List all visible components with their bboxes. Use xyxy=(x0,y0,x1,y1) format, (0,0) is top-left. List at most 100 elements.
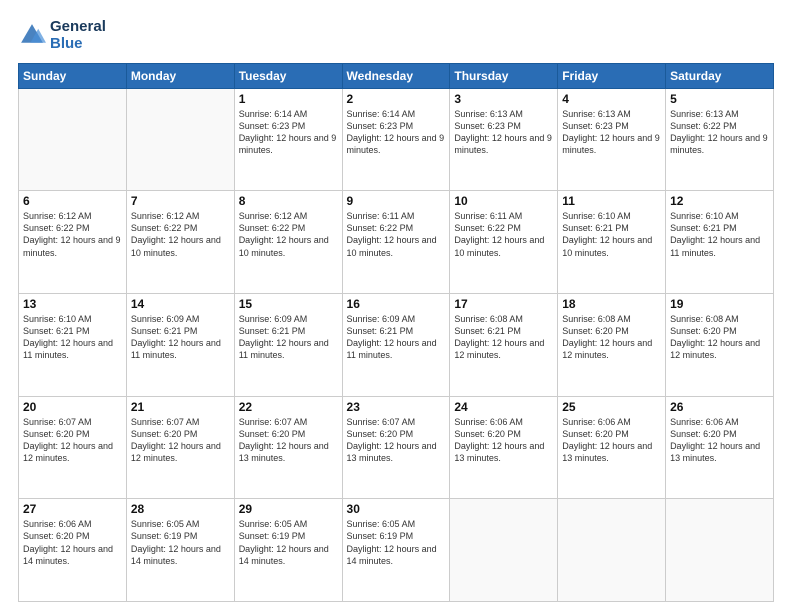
calendar-week-2: 6 Sunrise: 6:12 AM Sunset: 6:22 PM Daylig… xyxy=(19,191,774,294)
calendar-cell: 13Sunrise: 6:10 AM Sunset: 6:21 PM Dayli… xyxy=(19,293,127,396)
day-header-thursday: Thursday xyxy=(450,63,558,88)
calendar-cell: 3 Sunrise: 6:13 AM Sunset: 6:23 PM Daylig… xyxy=(450,88,558,191)
day-number: 28 xyxy=(131,502,230,516)
day-number: 22 xyxy=(239,400,338,414)
calendar-cell: 30 Sunrise: 6:05 AM Sunset: 6:19 PM Dayli… xyxy=(342,499,450,602)
calendar-cell: 26 Sunrise: 6:06 AM Sunset: 6:20 PM Dayli… xyxy=(666,396,774,499)
calendar-cell: 6 Sunrise: 6:12 AM Sunset: 6:22 PM Daylig… xyxy=(19,191,127,294)
day-number: 14 xyxy=(131,297,230,311)
calendar-cell: 14 Sunrise: 6:09 AM Sunset: 6:21 PM Dayli… xyxy=(126,293,234,396)
calendar-cell xyxy=(19,88,127,191)
day-number: 7 xyxy=(131,194,230,208)
calendar-week-4: 20 Sunrise: 6:07 AM Sunset: 6:20 PM Dayli… xyxy=(19,396,774,499)
calendar-week-3: 13Sunrise: 6:10 AM Sunset: 6:21 PM Dayli… xyxy=(19,293,774,396)
day-info: Sunrise: 6:05 AM Sunset: 6:19 PM Dayligh… xyxy=(131,518,230,567)
day-info: Sunrise: 6:10 AM Sunset: 6:21 PM Dayligh… xyxy=(670,210,769,259)
day-info: Sunrise: 6:08 AM Sunset: 6:21 PM Dayligh… xyxy=(454,313,553,362)
day-info: Sunrise: 6:14 AM Sunset: 6:23 PM Dayligh… xyxy=(239,108,338,157)
calendar-cell: 10 Sunrise: 6:11 AM Sunset: 6:22 PM Dayli… xyxy=(450,191,558,294)
calendar-cell xyxy=(666,499,774,602)
day-info: Sunrise: 6:12 AM Sunset: 6:22 PM Dayligh… xyxy=(239,210,338,259)
day-info: Sunrise: 6:11 AM Sunset: 6:22 PM Dayligh… xyxy=(347,210,446,259)
day-number: 16 xyxy=(347,297,446,311)
day-info: Sunrise: 6:13 AM Sunset: 6:23 PM Dayligh… xyxy=(454,108,553,157)
day-number: 1 xyxy=(239,92,338,106)
day-number: 9 xyxy=(347,194,446,208)
day-info: Sunrise: 6:09 AM Sunset: 6:21 PM Dayligh… xyxy=(239,313,338,362)
calendar-cell: 16 Sunrise: 6:09 AM Sunset: 6:21 PM Dayli… xyxy=(342,293,450,396)
calendar-week-5: 27Sunrise: 6:06 AM Sunset: 6:20 PM Dayli… xyxy=(19,499,774,602)
calendar-cell: 1 Sunrise: 6:14 AM Sunset: 6:23 PM Daylig… xyxy=(234,88,342,191)
calendar-cell: 2 Sunrise: 6:14 AM Sunset: 6:23 PM Daylig… xyxy=(342,88,450,191)
day-number: 10 xyxy=(454,194,553,208)
day-number: 15 xyxy=(239,297,338,311)
calendar-cell: 18Sunrise: 6:08 AM Sunset: 6:20 PM Dayli… xyxy=(558,293,666,396)
calendar-cell xyxy=(558,499,666,602)
day-number: 11 xyxy=(562,194,661,208)
day-number: 4 xyxy=(562,92,661,106)
calendar-header-row: SundayMondayTuesdayWednesdayThursdayFrid… xyxy=(19,63,774,88)
day-header-tuesday: Tuesday xyxy=(234,63,342,88)
calendar-cell: 4 Sunrise: 6:13 AM Sunset: 6:23 PM Daylig… xyxy=(558,88,666,191)
day-header-saturday: Saturday xyxy=(666,63,774,88)
day-info: Sunrise: 6:08 AM Sunset: 6:20 PM Dayligh… xyxy=(670,313,769,362)
day-info: Sunrise: 6:13 AM Sunset: 6:22 PM Dayligh… xyxy=(670,108,769,157)
calendar-cell: 20 Sunrise: 6:07 AM Sunset: 6:20 PM Dayli… xyxy=(19,396,127,499)
page: General Blue SundayMondayTuesdayWednesda… xyxy=(0,0,792,612)
calendar-cell: 28 Sunrise: 6:05 AM Sunset: 6:19 PM Dayli… xyxy=(126,499,234,602)
day-info: Sunrise: 6:05 AM Sunset: 6:19 PM Dayligh… xyxy=(347,518,446,567)
day-info: Sunrise: 6:10 AM Sunset: 6:21 PM Dayligh… xyxy=(23,313,122,362)
day-info: Sunrise: 6:14 AM Sunset: 6:23 PM Dayligh… xyxy=(347,108,446,157)
calendar-cell xyxy=(126,88,234,191)
day-number: 23 xyxy=(347,400,446,414)
logo: General Blue xyxy=(18,18,106,53)
day-info: Sunrise: 6:06 AM Sunset: 6:20 PM Dayligh… xyxy=(23,518,122,567)
day-number: 30 xyxy=(347,502,446,516)
day-info: Sunrise: 6:07 AM Sunset: 6:20 PM Dayligh… xyxy=(239,416,338,465)
calendar-cell: 15 Sunrise: 6:09 AM Sunset: 6:21 PM Dayli… xyxy=(234,293,342,396)
day-header-wednesday: Wednesday xyxy=(342,63,450,88)
calendar-cell: 29Sunrise: 6:05 AM Sunset: 6:19 PM Dayli… xyxy=(234,499,342,602)
day-info: Sunrise: 6:12 AM Sunset: 6:22 PM Dayligh… xyxy=(131,210,230,259)
day-number: 6 xyxy=(23,194,122,208)
calendar-cell xyxy=(450,499,558,602)
day-info: Sunrise: 6:13 AM Sunset: 6:23 PM Dayligh… xyxy=(562,108,661,157)
day-info: Sunrise: 6:12 AM Sunset: 6:22 PM Dayligh… xyxy=(23,210,122,259)
calendar-cell: 9 Sunrise: 6:11 AM Sunset: 6:22 PM Daylig… xyxy=(342,191,450,294)
day-number: 20 xyxy=(23,400,122,414)
day-number: 26 xyxy=(670,400,769,414)
day-info: Sunrise: 6:06 AM Sunset: 6:20 PM Dayligh… xyxy=(670,416,769,465)
day-info: Sunrise: 6:09 AM Sunset: 6:21 PM Dayligh… xyxy=(347,313,446,362)
calendar-cell: 19 Sunrise: 6:08 AM Sunset: 6:20 PM Dayli… xyxy=(666,293,774,396)
day-number: 19 xyxy=(670,297,769,311)
logo-text: General Blue xyxy=(50,18,106,53)
calendar-cell: 17 Sunrise: 6:08 AM Sunset: 6:21 PM Dayli… xyxy=(450,293,558,396)
day-number: 17 xyxy=(454,297,553,311)
day-info: Sunrise: 6:11 AM Sunset: 6:22 PM Dayligh… xyxy=(454,210,553,259)
day-number: 2 xyxy=(347,92,446,106)
calendar-cell: 8 Sunrise: 6:12 AM Sunset: 6:22 PM Daylig… xyxy=(234,191,342,294)
calendar-cell: 5Sunrise: 6:13 AM Sunset: 6:22 PM Daylig… xyxy=(666,88,774,191)
day-number: 25 xyxy=(562,400,661,414)
day-header-friday: Friday xyxy=(558,63,666,88)
calendar-cell: 7 Sunrise: 6:12 AM Sunset: 6:22 PM Daylig… xyxy=(126,191,234,294)
day-number: 21 xyxy=(131,400,230,414)
day-info: Sunrise: 6:07 AM Sunset: 6:20 PM Dayligh… xyxy=(131,416,230,465)
calendar-cell: 21 Sunrise: 6:07 AM Sunset: 6:20 PM Dayli… xyxy=(126,396,234,499)
day-info: Sunrise: 6:05 AM Sunset: 6:19 PM Dayligh… xyxy=(239,518,338,567)
calendar-cell: 27Sunrise: 6:06 AM Sunset: 6:20 PM Dayli… xyxy=(19,499,127,602)
calendar-table: SundayMondayTuesdayWednesdayThursdayFrid… xyxy=(18,63,774,603)
calendar-cell: 11Sunrise: 6:10 AM Sunset: 6:21 PM Dayli… xyxy=(558,191,666,294)
day-number: 8 xyxy=(239,194,338,208)
day-info: Sunrise: 6:07 AM Sunset: 6:20 PM Dayligh… xyxy=(23,416,122,465)
header: General Blue xyxy=(18,18,774,53)
day-info: Sunrise: 6:06 AM Sunset: 6:20 PM Dayligh… xyxy=(562,416,661,465)
calendar-cell: 12Sunrise: 6:10 AM Sunset: 6:21 PM Dayli… xyxy=(666,191,774,294)
day-info: Sunrise: 6:09 AM Sunset: 6:21 PM Dayligh… xyxy=(131,313,230,362)
calendar-cell: 23Sunrise: 6:07 AM Sunset: 6:20 PM Dayli… xyxy=(342,396,450,499)
calendar-cell: 24Sunrise: 6:06 AM Sunset: 6:20 PM Dayli… xyxy=(450,396,558,499)
calendar-cell: 25 Sunrise: 6:06 AM Sunset: 6:20 PM Dayli… xyxy=(558,396,666,499)
calendar-week-1: 1 Sunrise: 6:14 AM Sunset: 6:23 PM Daylig… xyxy=(19,88,774,191)
day-number: 18 xyxy=(562,297,661,311)
day-number: 3 xyxy=(454,92,553,106)
